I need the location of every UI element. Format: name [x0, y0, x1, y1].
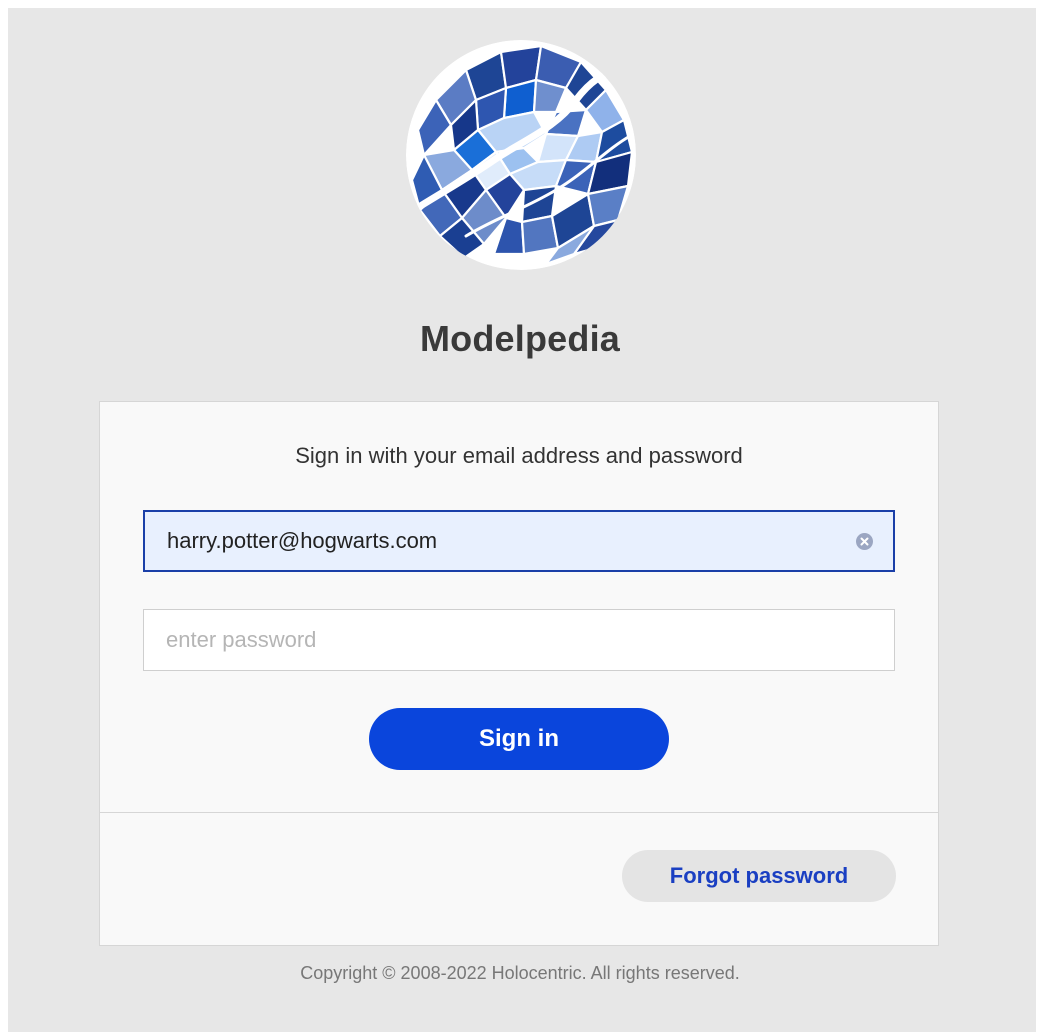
login-instructions: Sign in with your email address and pass…	[295, 443, 743, 468]
forgot-password-button[interactable]: Forgot password	[622, 850, 896, 902]
app-title: Modelpedia	[419, 318, 621, 359]
password-field[interactable]	[144, 610, 894, 670]
mosaic-logo-icon	[406, 40, 636, 270]
clear-icon[interactable]	[856, 533, 873, 550]
card-divider	[100, 812, 938, 813]
copyright-text: Copyright © 2008-2022 Holocentric. All r…	[300, 963, 740, 983]
email-field-wrapper	[143, 510, 895, 572]
login-form: Sign in with your email address and pass…	[100, 402, 938, 812]
sign-in-button[interactable]: Sign in	[369, 708, 669, 770]
email-field[interactable]	[145, 512, 893, 570]
password-field-wrapper	[143, 609, 895, 671]
login-card: Sign in with your email address and pass…	[99, 401, 939, 946]
modelpedia-logo	[406, 40, 636, 270]
